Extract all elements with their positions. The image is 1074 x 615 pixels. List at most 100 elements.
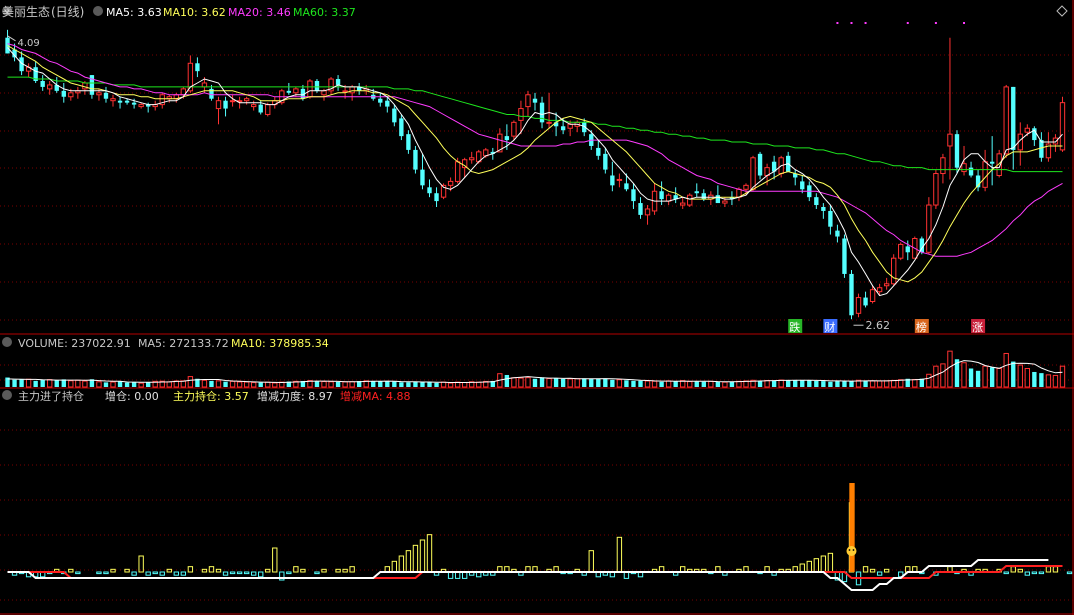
- ma10-line: [7, 45, 1063, 283]
- smiley-eye: [848, 549, 851, 551]
- candle-up: [947, 133, 953, 147]
- volume-bar-up: [110, 381, 116, 388]
- candle-up: [750, 157, 756, 190]
- volume-bar-up: [996, 368, 1002, 388]
- candle-down: [335, 79, 341, 85]
- low-price-label: 2.62: [865, 319, 890, 332]
- candle-down: [399, 118, 404, 137]
- candle-up: [855, 297, 862, 314]
- candle-down: [539, 102, 545, 123]
- volume-bar-down: [19, 379, 24, 387]
- volume-bar-up: [1024, 368, 1030, 388]
- stock-name: 美丽生态: [2, 5, 50, 19]
- volume-bar-down: [1039, 373, 1044, 387]
- volume-bar-down: [715, 381, 721, 387]
- volume-bar-down: [849, 381, 854, 387]
- candle-up: [47, 84, 53, 90]
- candle-down: [849, 273, 854, 316]
- volume-bar-down: [33, 380, 38, 387]
- indicator-bar-pos: [110, 568, 116, 573]
- candle-down: [89, 75, 95, 95]
- candle-down: [694, 191, 699, 194]
- volume-bar-down: [539, 377, 545, 387]
- indicator-bar-pos: [201, 568, 208, 573]
- signal-dot: [906, 22, 909, 24]
- diamond-icon[interactable]: [1056, 5, 1068, 17]
- indicator-bar-pos: [616, 536, 623, 573]
- volume-bar-up: [25, 378, 32, 388]
- candle-down: [427, 187, 432, 194]
- volume-bar-up: [243, 381, 250, 388]
- collapse-icon[interactable]: [2, 337, 12, 347]
- candle-up: [616, 178, 623, 181]
- collapse-icon[interactable]: [2, 390, 12, 400]
- volume-bar-down: [335, 381, 341, 387]
- volume-bar-up: [511, 377, 517, 388]
- candle-down: [378, 98, 383, 103]
- event-marker-label: 涨: [972, 321, 983, 334]
- volume-bar-down: [807, 380, 812, 387]
- volume-bar-down: [863, 380, 868, 387]
- volume-bar-up: [651, 380, 658, 388]
- indicator-bar-pos: [588, 550, 594, 573]
- candle-up: [933, 173, 939, 206]
- indicator-bar-neg: [1031, 571, 1038, 575]
- indicator-bar-neg: [1024, 571, 1030, 576]
- volume-bar-up: [75, 379, 81, 388]
- volume-bar-up: [722, 381, 728, 388]
- candle-down: [434, 193, 439, 202]
- signal-dot: [963, 22, 966, 24]
- candle-down: [420, 169, 425, 186]
- indicator-bar-neg: [145, 571, 151, 576]
- volume-bar-down: [694, 381, 699, 387]
- indicator-bar-neg: [229, 571, 236, 575]
- volume-bar-up: [1059, 365, 1066, 388]
- volume-bar-up: [476, 381, 482, 388]
- candle-up: [293, 88, 299, 94]
- volume-bar-up: [272, 382, 278, 388]
- candle-down: [757, 153, 763, 176]
- candle-up: [96, 92, 102, 96]
- volume-bar-up: [1052, 374, 1059, 388]
- indicator-bar-neg: [159, 571, 165, 576]
- candle-up: [644, 208, 651, 216]
- ma20-line: [7, 43, 1063, 257]
- indicator-bar-pos: [883, 568, 890, 573]
- indicator-bar-pos: [1010, 566, 1016, 573]
- candle-down: [863, 297, 868, 306]
- candle-down: [532, 98, 538, 103]
- volume-bar-down: [40, 379, 45, 387]
- candle-down: [117, 100, 123, 103]
- volume-bar-up: [764, 380, 770, 388]
- volume-bar-up: [546, 378, 552, 388]
- candle-down: [413, 149, 418, 170]
- volume-bar-down: [603, 378, 608, 387]
- candle-down: [828, 210, 833, 227]
- volume-bar-up: [869, 380, 876, 388]
- signal-dot: [836, 22, 839, 24]
- volume-bar-down: [399, 382, 404, 387]
- indicator-zjma-value: 增减MA: 4.88: [340, 389, 411, 403]
- volume-bar-up: [236, 381, 243, 388]
- indicator-bar-neg: [236, 571, 243, 575]
- candle-up: [82, 82, 88, 90]
- candle-down: [385, 100, 390, 107]
- collapse-icon[interactable]: [93, 6, 103, 16]
- volume-bar-up: [215, 380, 222, 388]
- indicator-bar-neg: [1038, 571, 1045, 575]
- ma10-value: MA10: 3.62: [163, 6, 226, 19]
- candle-down: [715, 195, 721, 204]
- candle-up: [546, 121, 552, 124]
- volume-bar-down: [54, 380, 59, 387]
- volume-bar-up: [708, 380, 714, 388]
- volume-bar-up: [138, 382, 144, 388]
- volume-bar-down: [624, 380, 629, 387]
- volume-bar-down: [701, 381, 706, 387]
- event-marker-label: 财: [824, 320, 835, 334]
- volume-bar-down: [975, 370, 981, 387]
- volume-bar-up: [166, 381, 172, 388]
- volume-bar-up: [518, 377, 524, 388]
- volume-bar-down: [392, 381, 397, 387]
- candle-down: [124, 100, 130, 103]
- volume-bar-up: [201, 379, 208, 388]
